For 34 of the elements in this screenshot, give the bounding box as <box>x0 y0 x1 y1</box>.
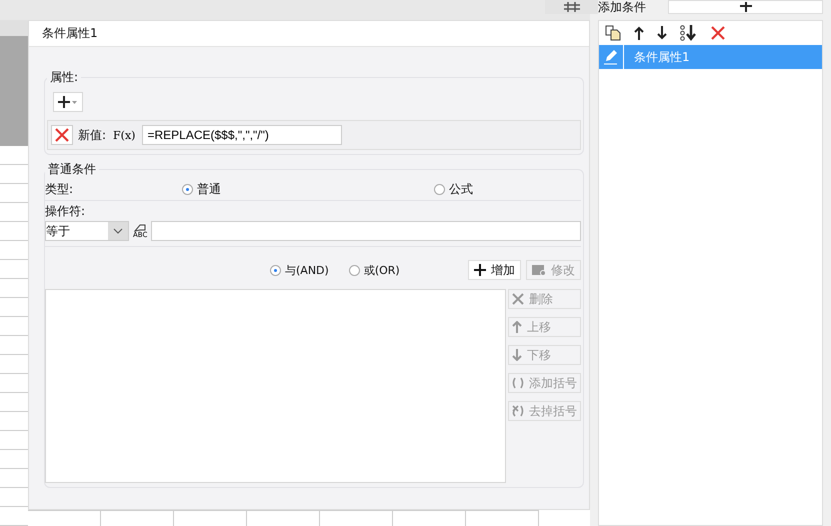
plus-icon <box>474 264 486 276</box>
remove-button[interactable] <box>51 125 73 145</box>
logic-radio[interactable]: 与(AND) <box>270 262 329 278</box>
grid-icon[interactable] <box>564 2 580 12</box>
gear-icon <box>532 264 546 276</box>
formula-button[interactable]: F(x) <box>111 128 138 142</box>
plus-icon <box>740 2 752 12</box>
copy-icon[interactable] <box>605 25 621 41</box>
type-label: 类型: <box>45 180 74 198</box>
operator-label: 操作符: <box>45 204 86 218</box>
chevron-down-icon <box>113 228 123 234</box>
type-radio[interactable]: 公式 <box>434 180 473 198</box>
logic-radio[interactable]: 或(OR) <box>348 262 400 278</box>
add-property-button[interactable] <box>53 92 83 112</box>
pencil-icon <box>603 49 619 65</box>
value-field[interactable]: =REPLACE($$$,",","/") <box>142 125 342 145</box>
delete-icon[interactable] <box>711 26 725 40</box>
operator-dropdown[interactable]: 等于 <box>45 221 129 241</box>
arrow-up-icon <box>512 321 522 333</box>
remove-parentheses-icon <box>512 405 524 417</box>
section-legend: 普通条件 <box>45 161 99 178</box>
property-label: 新值: <box>78 126 106 144</box>
type-radio[interactable]: 普通 <box>182 180 434 198</box>
section-legend: 属性: <box>47 69 82 86</box>
parentheses-icon <box>512 377 524 389</box>
value-field[interactable] <box>151 221 581 241</box>
arrow-up-icon[interactable] <box>634 26 644 40</box>
dialog-title: 条件属性1 <box>29 21 589 47</box>
arrow-down-icon <box>512 349 522 361</box>
panel-title: 添加条件 <box>598 0 647 14</box>
add-button[interactable]: 增加 <box>468 260 521 280</box>
move-to-bottom-icon[interactable] <box>680 25 698 41</box>
arrow-down-icon[interactable] <box>657 26 667 40</box>
close-icon <box>512 293 524 305</box>
